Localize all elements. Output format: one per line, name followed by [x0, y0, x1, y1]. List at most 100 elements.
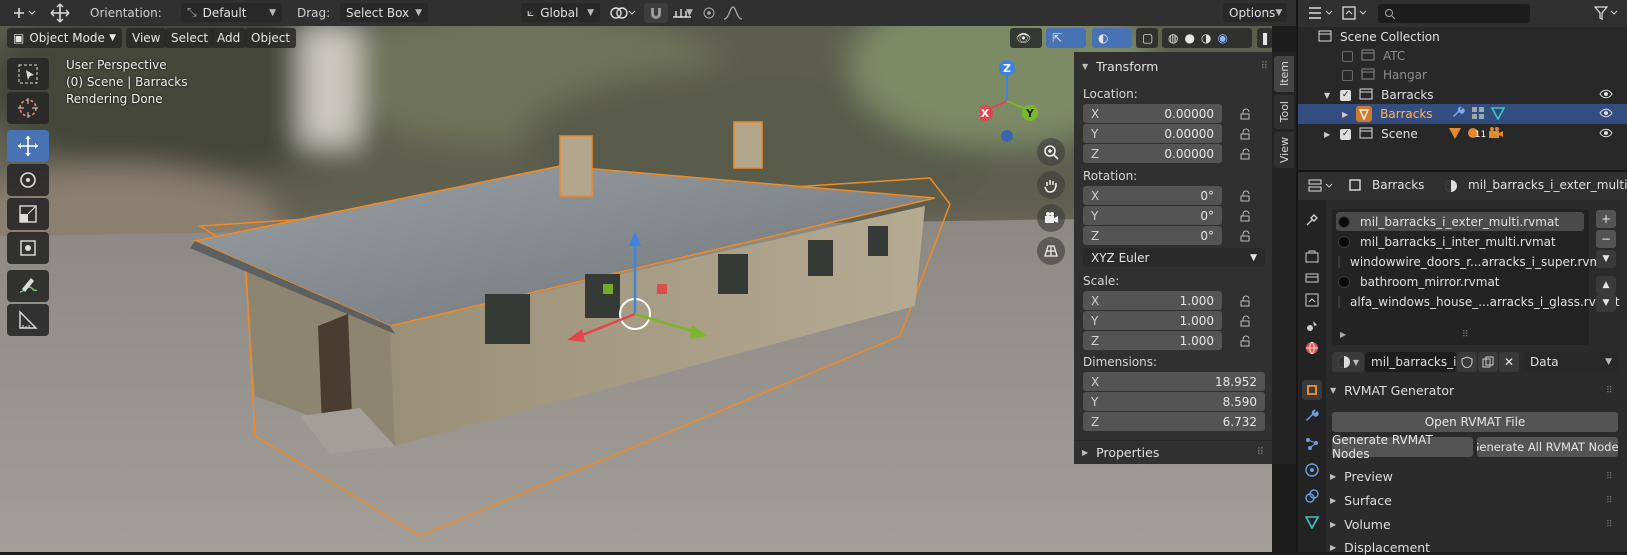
menu-select[interactable]: Select	[165, 28, 215, 48]
expand-arrow-icon[interactable]: ▶	[1340, 330, 1346, 339]
panel-displacement[interactable]: ▶ Displacement	[1330, 540, 1430, 555]
measure-tool-icon[interactable]	[7, 304, 49, 336]
location-y-field[interactable]: Y 0.00000	[1083, 124, 1222, 143]
drag-dropdown[interactable]: Select Box ▼	[340, 3, 428, 22]
duplicate-material-icon[interactable]	[1478, 352, 1498, 372]
view-layer-icon[interactable]	[1302, 290, 1322, 310]
menu-add[interactable]: Add	[211, 28, 247, 48]
xray-icon[interactable]: ▢	[1136, 28, 1158, 48]
pan-hand-icon[interactable]	[1037, 171, 1065, 199]
dimensions-x-field[interactable]: X 18.952	[1083, 372, 1265, 391]
move-tool-icon[interactable]	[7, 130, 49, 162]
unlink-close-icon[interactable]: ✕	[1499, 352, 1519, 372]
shading-mode-group[interactable]: ◍ ● ◑ ◉	[1162, 28, 1252, 48]
visibility-eye-icon[interactable]: 👁︎	[1010, 28, 1042, 48]
rotation-z-field[interactable]: Z 0°	[1083, 226, 1222, 245]
lock-icon[interactable]	[1240, 190, 1252, 202]
rotation-x-field[interactable]: X 0°	[1083, 186, 1222, 205]
panel-volume[interactable]: ▶ Volume	[1330, 517, 1391, 532]
remove-slot-button[interactable]: −	[1596, 230, 1616, 248]
material-slot-item[interactable]: alfa_windows_house_...arracks_i_glass.rv…	[1336, 292, 1620, 311]
expand-arrow-icon[interactable]: ▶	[1342, 110, 1348, 119]
material-slot-item[interactable]: bathroom_mirror.rvmat	[1336, 272, 1584, 291]
mode-dropdown[interactable]: ▣ Object Mode ▼	[7, 28, 122, 48]
lock-icon[interactable]	[1240, 315, 1252, 327]
snap-magnet-icon[interactable]	[644, 3, 668, 23]
drag-handle-icon[interactable]: ⠿	[1606, 386, 1613, 396]
eye-visible-icon[interactable]	[1599, 107, 1613, 121]
rotation-mode-dropdown[interactable]: XYZ Euler ▼	[1083, 248, 1265, 267]
scene-icon[interactable]	[1302, 316, 1322, 336]
lock-icon[interactable]	[1240, 148, 1252, 160]
options-dropdown[interactable]: Options ▼	[1223, 3, 1287, 22]
scale-y-field[interactable]: Y 1.000	[1083, 311, 1222, 330]
location-x-field[interactable]: X 0.00000	[1083, 104, 1222, 123]
checkbox-checked-icon[interactable]: ✓	[1340, 89, 1352, 101]
open-rvmat-file-button[interactable]: Open RVMAT File	[1332, 412, 1618, 432]
exclude-checkbox[interactable]	[1342, 50, 1353, 62]
resize-grip-icon[interactable]: ⠿	[1462, 330, 1469, 340]
eye-visible-icon[interactable]	[1599, 127, 1613, 141]
menu-object[interactable]: Object	[245, 28, 297, 48]
fake-user-shield-icon[interactable]	[1457, 352, 1477, 372]
material-slot-item[interactable]: mil_barracks_i_exter_multi.rvmat	[1336, 212, 1584, 231]
outliner-scene-collection[interactable]: Scene Collection	[1298, 27, 1627, 47]
physics-icon[interactable]	[1302, 460, 1322, 480]
overlays-icon[interactable]: ◐	[1092, 28, 1132, 48]
area-divider[interactable]	[1296, 0, 1298, 552]
lock-icon[interactable]	[1240, 210, 1252, 222]
transform-orientation-dropdown[interactable]: ⟀ Global ▼	[521, 3, 600, 22]
orientation-dropdown[interactable]: ⤡ Default ▼	[181, 3, 282, 22]
editor-type-icon[interactable]	[8, 4, 38, 22]
move-slot-up-button[interactable]: ▲	[1596, 276, 1616, 294]
outliner-item-scene-collection[interactable]: ▶ ✓ Scene 11	[1298, 124, 1627, 144]
zoom-icon[interactable]	[1037, 138, 1065, 166]
dimensions-y-field[interactable]: Y 8.590	[1083, 392, 1265, 411]
camera-icon[interactable]	[1037, 204, 1065, 232]
tool-settings-icon[interactable]	[1302, 210, 1322, 230]
drag-handle-icon[interactable]: ⠿	[1261, 61, 1268, 72]
lock-icon[interactable]	[1240, 108, 1252, 120]
location-z-field[interactable]: Z 0.00000	[1083, 144, 1222, 163]
outliner-item-hangar[interactable]: Hangar	[1298, 65, 1627, 85]
add-slot-button[interactable]: +	[1596, 210, 1616, 228]
world-icon[interactable]	[1302, 338, 1322, 358]
lock-icon[interactable]	[1240, 230, 1252, 242]
proportional-edit-icon[interactable]	[700, 4, 718, 22]
expand-arrow-icon[interactable]: ▼	[1324, 91, 1330, 100]
lock-icon[interactable]	[1240, 295, 1252, 307]
menu-view[interactable]: View	[126, 28, 167, 48]
transform-tool-icon[interactable]	[7, 232, 49, 264]
material-shading-icon[interactable]: ◑	[1201, 31, 1211, 45]
chevron-down-icon[interactable]: ▼	[686, 8, 693, 18]
eye-visible-icon[interactable]	[1599, 88, 1613, 102]
scale-tool-icon[interactable]	[7, 198, 49, 230]
drag-handle-icon[interactable]: ⠿	[1606, 520, 1613, 530]
pivot-point-icon[interactable]	[606, 3, 638, 23]
modifier-wrench-icon[interactable]	[1302, 406, 1322, 426]
transform-pivot-icon[interactable]	[48, 3, 72, 23]
editor-type-icon[interactable]	[1306, 4, 1336, 22]
drag-handle-icon[interactable]: ⠿	[1257, 447, 1264, 458]
particles-icon[interactable]	[1302, 434, 1322, 454]
rendered-shading-icon[interactable]: ◉	[1217, 31, 1227, 45]
outliner-item-barracks-object[interactable]: ▶ Barracks	[1298, 104, 1627, 124]
scale-x-field[interactable]: X 1.000	[1083, 291, 1222, 310]
outliner-item-atc[interactable]: ATC	[1298, 46, 1627, 66]
dimensions-z-field[interactable]: Z 6.732	[1083, 412, 1265, 431]
move-slot-down-button[interactable]: ▼	[1596, 294, 1616, 312]
tab-tool[interactable]: Tool	[1274, 95, 1294, 129]
filter-icon[interactable]	[1593, 4, 1619, 22]
checkbox-checked-icon[interactable]: ✓	[1340, 128, 1352, 140]
area-divider[interactable]	[1298, 170, 1627, 172]
material-slot-item[interactable]: windowwire_doors_r...arracks_i_super.rvm…	[1336, 252, 1613, 271]
generate-rvmat-nodes-button[interactable]: Generate RVMAT Nodes	[1332, 433, 1473, 461]
tab-item[interactable]: Item	[1274, 56, 1294, 92]
outliner-item-barracks-collection[interactable]: ▼ ✓ Barracks	[1298, 85, 1627, 105]
generate-all-rvmat-nodes-button[interactable]: Generate All RVMAT Nodes	[1477, 437, 1618, 457]
rvmat-generator-header[interactable]: ▼ RVMAT Generator	[1330, 383, 1454, 398]
drag-handle-icon[interactable]: ⠿	[1606, 496, 1613, 506]
object-data-icon[interactable]	[1302, 512, 1322, 532]
annotate-tool-icon[interactable]	[7, 270, 49, 302]
cursor-tool-icon[interactable]	[7, 92, 49, 124]
